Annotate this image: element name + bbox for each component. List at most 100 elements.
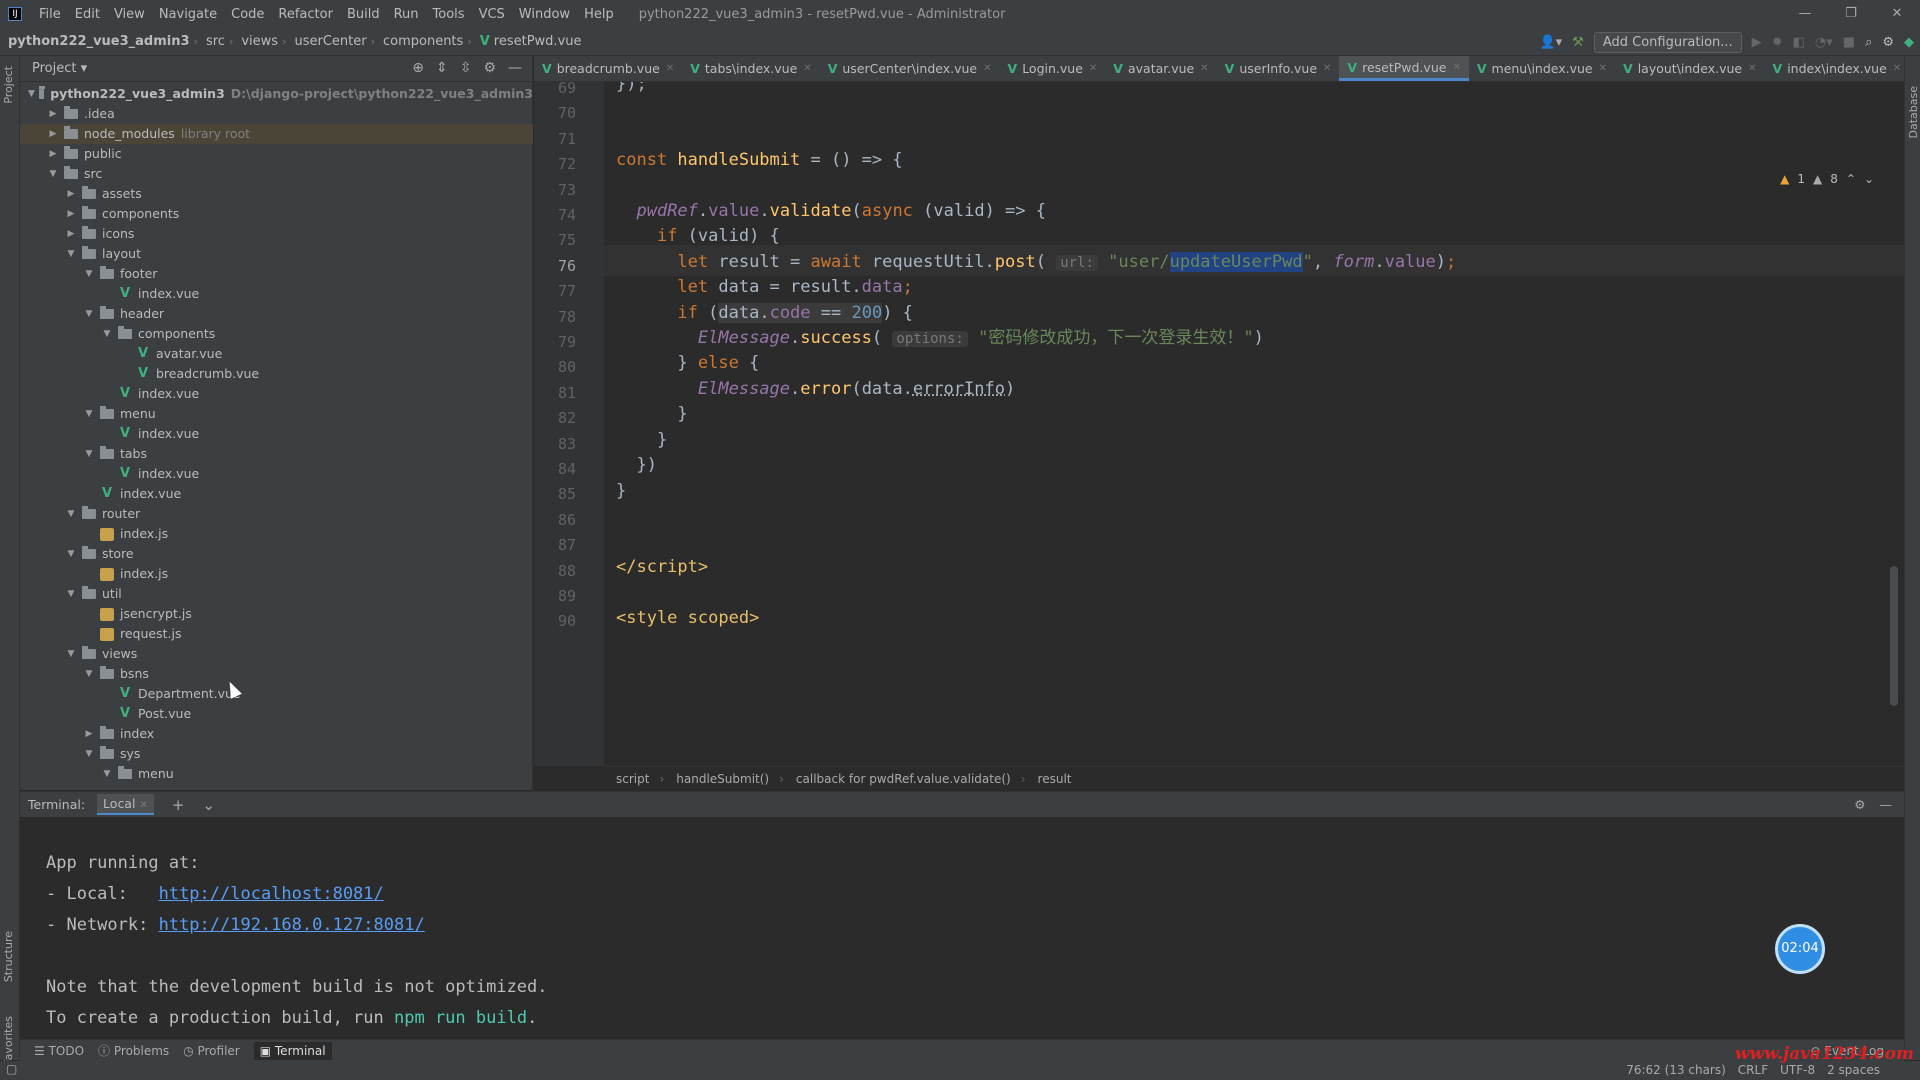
tree-item[interactable]: ▼ bsns — [20, 664, 533, 684]
chevron-right-icon[interactable]: ▶ — [46, 124, 60, 144]
network-url-link[interactable]: http://192.168.0.127:8081/ — [159, 915, 425, 935]
menu-run[interactable]: Run — [387, 7, 426, 22]
close-icon[interactable]: ✕ — [983, 63, 991, 74]
gear-icon[interactable]: ⚙ — [1854, 797, 1865, 812]
tree-item[interactable]: Vindex.vue — [20, 484, 533, 504]
menu-tools[interactable]: Tools — [426, 7, 472, 22]
menu-view[interactable]: View — [107, 7, 152, 22]
chevron-down-icon[interactable]: ▼ — [46, 164, 60, 184]
gear-icon[interactable]: ⚙ — [483, 60, 496, 76]
add-configuration-button[interactable]: Add Configuration... — [1593, 31, 1742, 53]
problems-tool-button[interactable]: ⓘ Problems — [98, 1042, 169, 1059]
tree-item[interactable]: ▼ menu — [20, 764, 533, 784]
tree-item[interactable]: Vindex.vue — [20, 384, 533, 404]
breadcrumb-components[interactable]: components — [375, 34, 467, 49]
editor-tab[interactable]: Vmenu\index.vue ✕ — [1469, 56, 1615, 81]
editor-tab[interactable]: Vindex\index.vue ✕ — [1765, 56, 1910, 81]
breadcrumb-project[interactable]: python222_vue3_admin3 — [0, 34, 194, 49]
chevron-down-icon[interactable]: ▼ — [64, 644, 78, 664]
close-icon[interactable]: ✕ — [1599, 63, 1607, 74]
tree-item[interactable]: ▼ views — [20, 644, 533, 664]
terminal-output[interactable]: App running at: - Local: http://localhos… — [20, 817, 1904, 1039]
coverage-icon[interactable]: ◧ — [1793, 35, 1805, 50]
chevron-down-icon[interactable]: ▼ — [82, 264, 96, 284]
menu-window[interactable]: Window — [512, 7, 577, 22]
breadcrumb-file[interactable]: VresetPwd.vue — [472, 34, 586, 49]
menu-build[interactable]: Build — [340, 7, 387, 22]
breadcrumb-callback[interactable]: callback for pwdRef.value.validate() — [796, 772, 1011, 786]
tree-item[interactable]: index.js — [20, 524, 533, 544]
editor-scrollbar[interactable] — [1890, 566, 1898, 706]
locate-icon[interactable]: ⊕ — [412, 60, 424, 76]
tree-item[interactable]: Vindex.vue — [20, 464, 533, 484]
build-hammer-icon[interactable]: ⚒ — [1572, 35, 1584, 50]
chevron-right-icon[interactable]: ▶ — [64, 204, 78, 224]
editor-tab[interactable]: VuserInfo.vue ✕ — [1217, 56, 1340, 81]
chevron-down-icon[interactable]: ▼ — [100, 324, 114, 344]
chevron-right-icon[interactable]: ▶ — [82, 724, 96, 744]
tree-item[interactable]: ▶ .idea — [20, 104, 533, 124]
menu-file[interactable]: File — [32, 7, 68, 22]
plugin-icon[interactable]: ◆ — [1904, 35, 1914, 50]
debug-icon[interactable]: ✹ — [1772, 35, 1783, 50]
menu-edit[interactable]: Edit — [68, 7, 107, 22]
profile-icon[interactable]: ◔▾ — [1815, 35, 1833, 50]
breadcrumb-usercenter[interactable]: userCenter — [286, 34, 370, 49]
close-icon[interactable]: ✕ — [1200, 63, 1208, 74]
project-view-selector[interactable]: Project ▾ — [32, 61, 87, 76]
chevron-down-icon[interactable]: ▼ — [64, 544, 78, 564]
chevron-down-icon[interactable]: ⌄ — [1864, 172, 1874, 186]
terminal-tool-button[interactable]: ▣ Terminal — [253, 1041, 332, 1060]
close-icon[interactable]: ✕ — [1089, 63, 1097, 74]
chevron-down-icon[interactable]: ▼ — [82, 444, 96, 464]
chevron-down-icon[interactable]: ▼ — [64, 504, 78, 524]
chevron-down-icon[interactable]: ▼ — [28, 84, 35, 104]
terminal-tab-local[interactable]: Local ✕ — [97, 794, 154, 815]
hide-icon[interactable]: — — [508, 60, 522, 76]
menu-navigate[interactable]: Navigate — [152, 7, 224, 22]
layout-icon[interactable]: ▢ — [6, 1062, 17, 1076]
minimize-icon[interactable]: — — [1782, 0, 1828, 28]
chevron-right-icon[interactable]: ▶ — [46, 144, 60, 164]
tree-item[interactable]: ▼ sys — [20, 744, 533, 764]
expand-all-icon[interactable]: ⇕ — [436, 60, 448, 76]
tree-item[interactable]: ▼ tabs — [20, 444, 533, 464]
tree-item[interactable]: Vindex.vue — [20, 424, 533, 444]
tree-item[interactable]: ▼ footer — [20, 264, 533, 284]
chevron-down-icon[interactable]: ▼ — [82, 404, 96, 424]
tree-item[interactable]: Vbreadcrumb.vue — [20, 364, 533, 384]
tree-item[interactable]: ▼ router — [20, 504, 533, 524]
breadcrumb-views[interactable]: views — [233, 34, 282, 49]
menu-code[interactable]: Code — [224, 7, 271, 22]
tree-item[interactable]: request.js — [20, 624, 533, 644]
file-encoding[interactable]: UTF-8 — [1780, 1063, 1815, 1077]
close-icon[interactable]: ✕ — [1748, 63, 1756, 74]
editor-tab[interactable]: VuserCenter\index.vue ✕ — [820, 56, 1000, 81]
tree-item[interactable]: Vavatar.vue — [20, 344, 533, 364]
project-tool-tab[interactable]: Project — [2, 66, 15, 104]
gear-icon[interactable]: ⚙ — [1882, 35, 1894, 50]
breadcrumb-handlesubmit[interactable]: handleSubmit() — [676, 772, 769, 786]
todo-tool-button[interactable]: ☰ TODO — [34, 1044, 84, 1058]
chevron-down-icon[interactable]: ▼ — [64, 244, 78, 264]
tree-item[interactable]: ▶ index — [20, 724, 533, 744]
tree-item[interactable]: ▼ store — [20, 544, 533, 564]
tree-item[interactable]: ▼ util — [20, 584, 533, 604]
tree-item[interactable]: Vindex.vue — [20, 284, 533, 304]
chevron-right-icon[interactable]: ▶ — [64, 224, 78, 244]
chevron-up-icon[interactable]: ⌃ — [1846, 172, 1856, 186]
tree-item[interactable]: ▼ layout — [20, 244, 533, 264]
close-icon[interactable]: ✕ — [803, 63, 811, 74]
line-separator[interactable]: CRLF — [1738, 1063, 1768, 1077]
menu-refactor[interactable]: Refactor — [271, 7, 340, 22]
chevron-down-icon[interactable]: ▼ — [82, 664, 96, 684]
tree-item[interactable]: V Post.vue — [20, 704, 533, 724]
tree-item[interactable]: ▶ node_modules library root — [20, 124, 533, 144]
chevron-right-icon[interactable]: ▶ — [46, 104, 60, 124]
tree-item[interactable]: ▼ menu — [20, 404, 533, 424]
local-url-link[interactable]: http://localhost:8081/ — [159, 884, 384, 904]
tree-item[interactable]: ▶ icons — [20, 224, 533, 244]
editor-tab[interactable]: VresetPwd.vue ✕ — [1339, 56, 1469, 81]
tree-item[interactable]: ▶ public — [20, 144, 533, 164]
close-icon[interactable]: ✕ — [666, 63, 674, 74]
